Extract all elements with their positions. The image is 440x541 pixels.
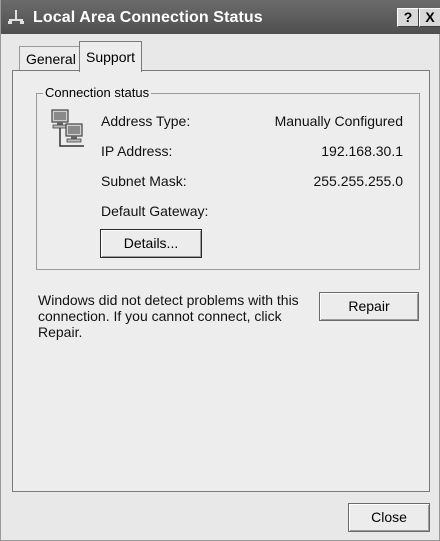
subnet-mask-label: Subnet Mask: (101, 173, 187, 189)
network-connection-icon (8, 10, 24, 24)
default-gateway-label: Default Gateway: (101, 203, 209, 219)
close-button[interactable]: Close (348, 503, 430, 532)
help-button[interactable]: ? (397, 8, 419, 27)
network-computers-icon (51, 109, 84, 147)
repair-button[interactable]: Repair (319, 292, 419, 321)
ip-address-label: IP Address: (101, 143, 173, 159)
window-title: Local Area Connection Status (33, 9, 263, 26)
ip-address-value: 192.168.30.1 (321, 143, 403, 159)
tab-general[interactable]: General (19, 46, 83, 70)
details-button[interactable]: Details... (100, 229, 202, 258)
tab-support[interactable]: Support (79, 41, 143, 72)
address-type-label: Address Type: (101, 113, 191, 129)
status-dialog: Local Area Connection Status ? X General… (0, 0, 440, 541)
title-bar[interactable]: Local Area Connection Status ? X (1, 0, 440, 34)
close-window-button[interactable]: X (419, 8, 440, 27)
address-type-value: Manually Configured (274, 113, 403, 129)
connection-status-label: Connection status (43, 85, 152, 100)
subnet-mask-value: 255.255.255.0 (313, 173, 403, 189)
repair-message: Windows did not detect problems with thi… (38, 292, 299, 340)
